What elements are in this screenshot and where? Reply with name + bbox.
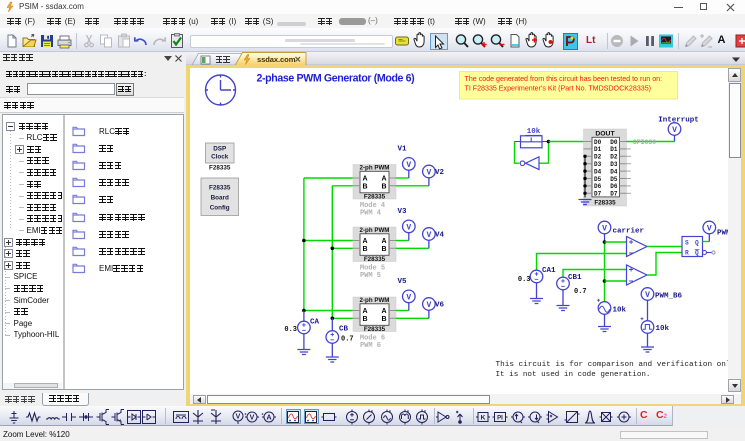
svg-text:V: V: [602, 224, 607, 233]
svg-text:B: B: [362, 246, 367, 253]
svg-text:D6: D6: [594, 183, 602, 190]
svg-text:PWM_B6: PWM_B6: [655, 292, 683, 300]
svg-text:CA1: CA1: [542, 267, 556, 275]
svg-text:The code generated from this c: The code generated from this circuit has…: [464, 75, 662, 83]
svg-text:Clock: Clock: [211, 154, 229, 161]
svg-text:TI F28335 Experimenter's Kit (: TI F28335 Experimenter's Kit (Part No. T…: [464, 85, 651, 93]
svg-text:V: V: [406, 293, 411, 302]
svg-text:Interrupt: Interrupt: [658, 116, 699, 124]
svg-text:F28335: F28335: [209, 165, 231, 172]
svg-text:0.3: 0.3: [284, 326, 297, 334]
svg-text:V: V: [426, 168, 431, 177]
svg-text:V: V: [406, 223, 411, 232]
svg-text:V: V: [236, 413, 241, 420]
svg-text:D4: D4: [610, 168, 618, 175]
svg-text:V: V: [706, 224, 711, 233]
svg-text:D5: D5: [594, 176, 602, 183]
svg-text:Config: Config: [209, 205, 229, 212]
svg-text:B: B: [381, 184, 386, 191]
svg-text:10k: 10k: [655, 325, 669, 333]
svg-text:Q: Q: [695, 250, 699, 257]
svg-text:DSP: DSP: [213, 146, 226, 153]
svg-text:A: A: [381, 238, 386, 245]
svg-text:A: A: [362, 308, 367, 315]
svg-text:Board: Board: [210, 195, 228, 202]
svg-text:PI: PI: [497, 415, 503, 421]
svg-text:B: B: [381, 246, 386, 253]
svg-text:PWM 4: PWM 4: [359, 209, 380, 217]
svg-text:V: V: [406, 161, 411, 170]
svg-text:D1: D1: [610, 146, 618, 153]
svg-text:R: R: [685, 250, 689, 257]
svg-text:D3: D3: [594, 161, 602, 168]
svg-text:V4: V4: [435, 232, 445, 240]
svg-text:V2: V2: [435, 169, 445, 177]
svg-text:10k: 10k: [526, 128, 540, 136]
svg-text:F28335: F28335: [363, 194, 385, 201]
svg-text:CB: CB: [339, 326, 349, 334]
svg-text:F28335: F28335: [594, 200, 616, 207]
svg-text:2-ph PWM: 2-ph PWM: [359, 297, 389, 304]
svg-text:V5: V5: [397, 278, 407, 286]
svg-text:CA: CA: [310, 319, 320, 327]
svg-text:PWM 6: PWM 6: [359, 342, 380, 350]
svg-text:V6: V6: [435, 302, 445, 310]
svg-text:2-phase PWM Generator (Mode 6): 2-phase PWM Generator (Mode 6): [256, 72, 414, 84]
svg-text:B: B: [362, 184, 367, 191]
svg-text:0.7: 0.7: [574, 288, 587, 296]
svg-text:DOUT: DOUT: [595, 131, 615, 138]
svg-text:Q: Q: [695, 240, 699, 247]
svg-text:V: V: [426, 231, 431, 240]
svg-text:A: A: [266, 414, 271, 421]
svg-text:0.3: 0.3: [517, 276, 530, 284]
svg-text:D2: D2: [594, 154, 602, 161]
svg-text:D3: D3: [610, 161, 618, 168]
svg-text:PWM 5: PWM 5: [359, 272, 380, 280]
svg-text:A: A: [381, 308, 386, 315]
svg-text:2-ph PWM: 2-ph PWM: [359, 164, 389, 171]
svg-text:V: V: [645, 291, 650, 300]
svg-text:V1: V1: [397, 146, 407, 154]
svg-text:A: A: [381, 176, 386, 183]
svg-text:B: B: [362, 316, 367, 323]
svg-text:It is not used in code generat: It is not used in code generation.: [495, 371, 650, 379]
svg-text:10k: 10k: [612, 306, 626, 314]
svg-text:0.7: 0.7: [341, 335, 354, 343]
svg-text:2-ph PWM: 2-ph PWM: [359, 227, 389, 234]
svg-text:D2: D2: [610, 154, 618, 161]
svg-text:B: B: [381, 316, 386, 323]
svg-text:GPIO30: GPIO30: [632, 139, 656, 146]
svg-text:K: K: [481, 414, 486, 421]
svg-text:carrier: carrier: [612, 227, 644, 235]
svg-text:D6: D6: [610, 183, 618, 190]
svg-text:A: A: [362, 176, 367, 183]
svg-text:D0: D0: [594, 139, 602, 146]
svg-text:D1: D1: [594, 146, 602, 153]
svg-text:CB1: CB1: [568, 274, 582, 282]
svg-text:F28335: F28335: [209, 185, 231, 192]
svg-text:D5: D5: [610, 176, 618, 183]
svg-text:F28335: F28335: [363, 326, 385, 333]
svg-text:D7: D7: [594, 191, 602, 198]
svg-text:F28335: F28335: [363, 256, 385, 263]
svg-text:V: V: [250, 414, 255, 421]
svg-text:A: A: [362, 238, 367, 245]
svg-text:V: V: [672, 126, 677, 135]
svg-text:D4: D4: [594, 168, 602, 175]
svg-text:V3: V3: [397, 208, 407, 216]
svg-text:D0: D0: [610, 139, 618, 146]
svg-text:V: V: [426, 301, 431, 310]
svg-text:S: S: [685, 240, 689, 247]
svg-text:D7: D7: [610, 191, 618, 198]
svg-text:This circuit is for comparison: This circuit is for comparison and verif…: [495, 361, 731, 369]
